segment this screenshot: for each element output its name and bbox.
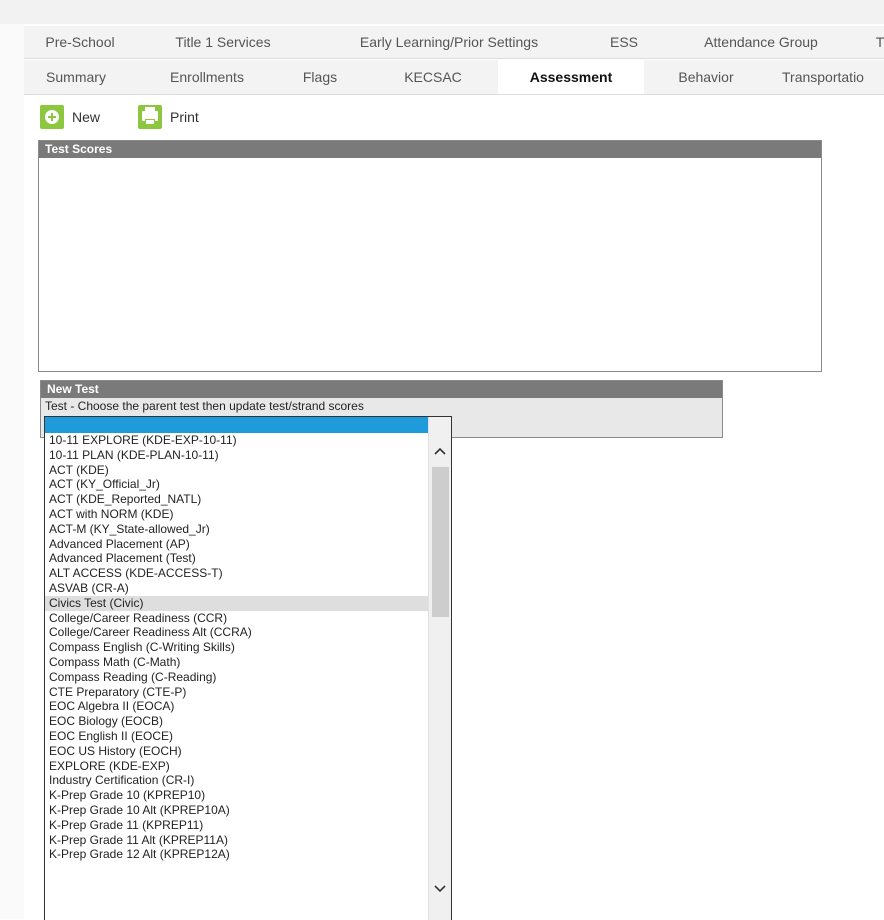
dropdown-option[interactable]: EOC Biology (EOCB) xyxy=(45,714,429,729)
tab-transportation[interactable]: Transportatio xyxy=(782,60,884,94)
test-select-dropdown[interactable]: 10-11 EXPLORE (KDE-EXP-10-11) 10-11 PLAN … xyxy=(44,416,452,920)
tab-kecsac[interactable]: KECSAC xyxy=(388,60,478,94)
dropdown-option[interactable]: ACT with NORM (KDE) xyxy=(45,507,429,522)
plus-circle-icon xyxy=(40,105,64,129)
tab-title-1-services[interactable]: Title 1 Services xyxy=(148,26,298,58)
test-options-list: 10-11 EXPLORE (KDE-EXP-10-11) 10-11 PLAN … xyxy=(45,417,429,862)
scroll-up-arrow-icon[interactable] xyxy=(429,441,451,463)
new-test-header: New Test xyxy=(41,381,722,398)
dropdown-option[interactable]: EOC US History (EOCH) xyxy=(45,744,429,759)
tab-truncated[interactable]: T xyxy=(874,26,884,58)
dropdown-option[interactable]: Compass Reading (C-Reading) xyxy=(45,670,429,685)
scrollbar-thumb[interactable] xyxy=(432,467,449,617)
tab-early-learning-prior-settings[interactable]: Early Learning/Prior Settings xyxy=(324,26,574,58)
tab-row-2: Summary Enrollments Flags KECSAC Assessm… xyxy=(24,60,884,95)
tab-behavior[interactable]: Behavior xyxy=(664,60,748,94)
printer-icon xyxy=(138,105,162,129)
print-button[interactable]: Print xyxy=(138,104,199,130)
dropdown-option[interactable]: CTE Preparatory (CTE-P) xyxy=(45,685,429,700)
dropdown-option[interactable]: Civics Test (Civic) xyxy=(45,595,429,611)
dropdown-option[interactable]: 10-11 EXPLORE (KDE-EXP-10-11) xyxy=(45,433,429,448)
test-scores-header: Test Scores xyxy=(39,141,821,158)
new-button[interactable]: New xyxy=(40,104,100,130)
new-button-label: New xyxy=(72,109,101,125)
dropdown-scrollbar[interactable] xyxy=(428,417,451,920)
dropdown-option[interactable]: 10-11 PLAN (KDE-PLAN-10-11) xyxy=(45,448,429,463)
tab-assessment[interactable]: Assessment xyxy=(498,60,644,94)
tab-row-1: Pre-School Title 1 Services Early Learni… xyxy=(24,26,884,59)
dropdown-option[interactable]: ACT (KDE_Reported_NATL) xyxy=(45,492,429,507)
dropdown-option[interactable]: College/Career Readiness (CCR) xyxy=(45,611,429,626)
left-gutter xyxy=(0,24,24,919)
dropdown-option[interactable]: EOC Algebra II (EOCA) xyxy=(45,699,429,714)
top-header-strip xyxy=(0,0,884,24)
tab-pre-school[interactable]: Pre-School xyxy=(24,26,136,58)
dropdown-option[interactable]: K-Prep Grade 12 Alt (KPREP12A) xyxy=(45,847,429,862)
dropdown-option[interactable]: K-Prep Grade 10 (KPREP10) xyxy=(45,788,429,803)
dropdown-option[interactable]: K-Prep Grade 11 Alt (KPREP11A) xyxy=(45,833,429,848)
dropdown-option[interactable]: Industry Certification (CR-I) xyxy=(45,773,429,788)
dropdown-option[interactable]: ACT (KY_Official_Jr) xyxy=(45,477,429,492)
tab-enrollments[interactable]: Enrollments xyxy=(152,60,262,94)
dropdown-option[interactable]: K-Prep Grade 11 (KPREP11) xyxy=(45,818,429,833)
tab-flags[interactable]: Flags xyxy=(290,60,350,94)
dropdown-option[interactable]: ALT ACCESS (KDE-ACCESS-T) xyxy=(45,566,429,581)
dropdown-option[interactable]: Compass Math (C-Math) xyxy=(45,655,429,670)
dropdown-option-selected[interactable] xyxy=(45,417,429,433)
print-button-label: Print xyxy=(170,109,199,125)
dropdown-option[interactable]: ASVAB (CR-A) xyxy=(45,581,429,596)
dropdown-option[interactable]: ACT (KDE) xyxy=(45,463,429,478)
dropdown-option[interactable]: Advanced Placement (Test) xyxy=(45,551,429,566)
dropdown-option[interactable]: College/Career Readiness Alt (CCRA) xyxy=(45,625,429,640)
tab-summary[interactable]: Summary xyxy=(24,60,128,94)
scroll-down-arrow-icon[interactable] xyxy=(429,879,451,901)
dropdown-option[interactable]: Advanced Placement (AP) xyxy=(45,537,429,552)
dropdown-option[interactable]: Compass English (C-Writing Skills) xyxy=(45,640,429,655)
dropdown-option[interactable]: EXPLORE (KDE-EXP) xyxy=(45,759,429,774)
tab-ess[interactable]: ESS xyxy=(592,26,656,58)
dropdown-option[interactable]: ACT-M (KY_State-allowed_Jr) xyxy=(45,522,429,537)
dropdown-option[interactable]: EOC English II (EOCE) xyxy=(45,729,429,744)
test-field-label: Test - Choose the parent test then updat… xyxy=(45,399,364,413)
test-scores-panel: Test Scores xyxy=(38,140,822,372)
dropdown-option[interactable]: K-Prep Grade 10 Alt (KPREP10A) xyxy=(45,803,429,818)
tab-attendance-group[interactable]: Attendance Group xyxy=(686,26,836,58)
